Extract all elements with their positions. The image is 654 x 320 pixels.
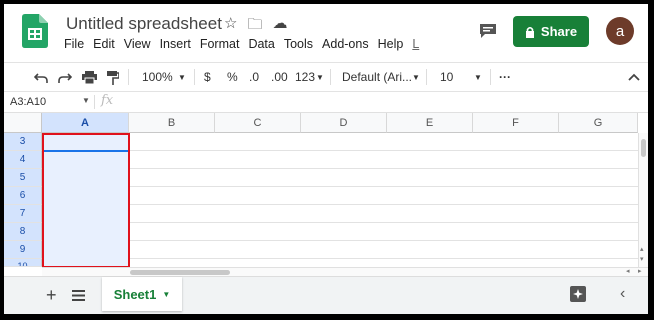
column-header-b[interactable]: B [129,113,215,133]
currency-format-button[interactable]: $ [204,70,211,84]
horizontal-scrollbar[interactable]: ◂ ▸ [42,267,648,276]
chevron-down-icon[interactable]: ▼ [412,73,420,82]
select-all-corner[interactable] [4,113,42,133]
toolbar-divider [490,69,491,85]
sheets-logo-icon[interactable] [22,14,48,48]
chevron-down-icon[interactable]: ▼ [316,73,324,82]
row-header-4[interactable]: 4 [4,151,42,169]
vertical-scroll-thumb[interactable] [641,139,646,157]
menu-tools[interactable]: Tools [284,37,313,51]
formula-bar: A3:A10 ▼ fx [4,92,648,113]
menu-help[interactable]: Help [378,37,404,51]
column-header-e[interactable]: E [387,113,473,133]
formula-input[interactable] [126,92,646,112]
zoom-select[interactable]: 100% [142,70,173,84]
paint-format-icon[interactable] [107,71,119,85]
collapse-side-panel-icon[interactable]: ‹ [620,285,625,303]
menu-file[interactable]: File [64,37,84,51]
row-header-9[interactable]: 9 [4,241,42,259]
menu-insert[interactable]: Insert [160,37,191,51]
font-size-select[interactable]: 10 [440,70,453,84]
tab-sheet1[interactable]: Sheet1 ▼ [102,277,182,311]
name-box[interactable]: A3:A10 [10,96,46,108]
toolbar-divider [128,69,129,85]
avatar[interactable]: a [606,17,634,45]
decrease-decimal-button[interactable]: .0 [249,70,259,84]
column-header-f[interactable]: F [473,113,559,133]
font-select[interactable]: Default (Ari... [342,70,412,84]
menu-addons[interactable]: Add-ons [322,37,369,51]
menu-edit[interactable]: Edit [93,37,115,51]
column-header-d[interactable]: D [301,113,387,133]
fx-icon: fx [101,93,114,108]
chevron-down-icon[interactable]: ▼ [474,73,482,82]
scroll-right-icon[interactable]: ▸ [638,267,642,275]
print-icon[interactable] [82,71,97,84]
highlighted-range-a3-a10[interactable] [42,133,130,268]
document-title[interactable]: Untitled spreadsheet [66,14,222,34]
chevron-down-icon[interactable]: ▼ [178,73,186,82]
chevron-down-icon[interactable]: ▼ [82,96,90,105]
add-sheet-icon[interactable]: + [46,285,57,306]
cloud-status-icon[interactable]: ☁ [272,14,287,39]
all-sheets-icon[interactable] [72,290,85,301]
toolbar-divider [194,69,195,85]
row-header-3[interactable]: 3 [4,133,42,151]
sheet-tab-label: Sheet1 [113,286,157,302]
vertical-scrollbar[interactable]: ▴ ▾ [638,133,648,267]
comment-icon[interactable] [479,23,497,39]
row-header-6[interactable]: 6 [4,187,42,205]
percent-format-button[interactable]: % [227,70,238,84]
chevron-down-icon[interactable]: ▼ [162,290,170,299]
lock-icon [525,26,534,38]
toolbar-divider [330,69,331,85]
increase-decimal-button[interactable]: .00 [271,70,288,84]
number-format-button[interactable]: 123 [295,70,315,84]
share-button[interactable]: Share [513,16,589,47]
toolbar-divider [426,69,427,85]
title-bar: Untitled spreadsheet ☆ 🗀 ☁ File Edit Vie… [4,4,648,62]
more-options-icon[interactable]: ··· [499,70,511,84]
sheets-window: Untitled spreadsheet ☆ 🗀 ☁ File Edit Vie… [4,4,648,314]
cell-grid[interactable] [42,133,638,267]
star-icon[interactable]: ☆ [224,14,237,39]
horizontal-scroll-thumb[interactable] [130,270,230,275]
share-label: Share [540,24,578,39]
menu-data[interactable]: Data [248,37,274,51]
menu-last-edit[interactable]: L [412,37,419,51]
column-header-a[interactable]: A [42,113,129,133]
scroll-left-icon[interactable]: ◂ [626,267,630,275]
column-header-c[interactable]: C [215,113,301,133]
scroll-down-icon[interactable]: ▾ [640,255,644,263]
title-icons: ☆ 🗀 ☁ [224,14,287,39]
row-header-10[interactable]: 10 [4,259,42,267]
move-folder-icon[interactable]: 🗀 [247,14,262,39]
menu-format[interactable]: Format [200,37,240,51]
menu-bar: File Edit View Insert Format Data Tools … [64,37,419,51]
sheet-tab-bar: + Sheet1 ▼ ‹ [4,276,648,314]
menu-view[interactable]: View [124,37,151,51]
column-header-g[interactable]: G [559,113,638,133]
collapse-toolbar-icon[interactable] [628,73,640,81]
row-header-8[interactable]: 8 [4,223,42,241]
redo-icon[interactable] [58,72,72,84]
row-header-5[interactable]: 5 [4,169,42,187]
row-header-7[interactable]: 7 [4,205,42,223]
undo-icon[interactable] [34,72,48,84]
explore-icon[interactable] [570,286,586,302]
formula-divider [94,95,95,109]
toolbar: 100% ▼ $ % .0 .00 123 ▼ Default (Ari... … [4,62,648,92]
scroll-up-icon[interactable]: ▴ [640,245,644,253]
